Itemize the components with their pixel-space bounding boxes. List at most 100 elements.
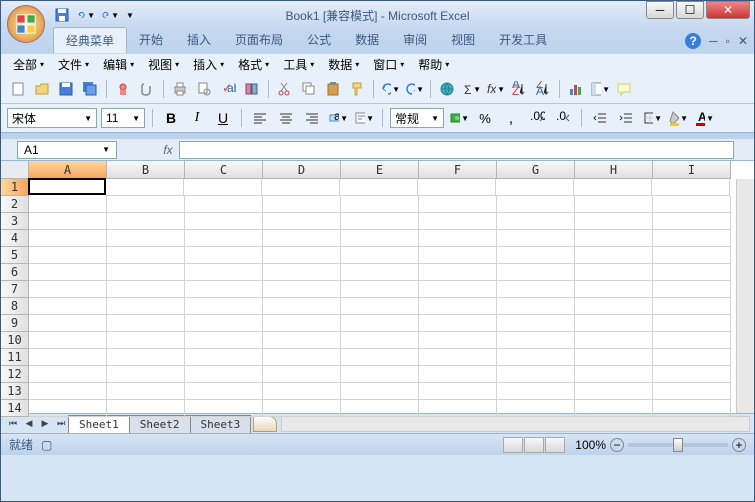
attach-icon[interactable] xyxy=(136,78,158,100)
ribbon-tab-3[interactable]: 页面布局 xyxy=(223,27,295,53)
cell[interactable] xyxy=(653,196,731,213)
close-button[interactable]: ✕ xyxy=(706,1,750,19)
maximize-button[interactable]: ☐ xyxy=(676,1,704,19)
zoom-in-icon[interactable]: + xyxy=(732,438,746,452)
new-sheet-button[interactable] xyxy=(253,416,277,432)
cell[interactable] xyxy=(263,247,341,264)
ribbon-tab-5[interactable]: 数据 xyxy=(343,27,391,53)
cell[interactable] xyxy=(341,366,419,383)
redo-icon[interactable]: ▼ xyxy=(101,6,119,24)
prev-sheet-icon[interactable]: ◀ xyxy=(21,416,37,432)
cell[interactable] xyxy=(575,264,653,281)
align-center-icon[interactable] xyxy=(275,107,297,129)
cell[interactable] xyxy=(107,230,185,247)
cell[interactable] xyxy=(107,366,185,383)
ribbon-tab-7[interactable]: 视图 xyxy=(439,27,487,53)
cell[interactable] xyxy=(340,179,418,196)
menu-5[interactable]: 格式 ▾ xyxy=(232,54,275,75)
cell[interactable] xyxy=(341,247,419,264)
pivot-icon[interactable]: ▼ xyxy=(589,78,611,100)
cut-icon[interactable] xyxy=(274,78,296,100)
menu-4[interactable]: 插入 ▾ xyxy=(187,54,230,75)
cell[interactable] xyxy=(341,332,419,349)
cell[interactable] xyxy=(185,213,263,230)
cell[interactable] xyxy=(263,366,341,383)
row-header[interactable]: 9 xyxy=(1,315,29,332)
cell[interactable] xyxy=(29,315,107,332)
menu-0[interactable]: 全部 ▾ xyxy=(7,54,50,75)
restore-window-icon[interactable]: ▫ xyxy=(726,34,730,48)
cell[interactable] xyxy=(419,230,497,247)
cell[interactable] xyxy=(107,332,185,349)
cell[interactable] xyxy=(575,366,653,383)
row-header[interactable]: 4 xyxy=(1,230,29,247)
cell[interactable] xyxy=(185,349,263,366)
cell[interactable] xyxy=(419,264,497,281)
vertical-scrollbar[interactable] xyxy=(736,179,754,413)
cell[interactable] xyxy=(107,315,185,332)
normal-view-icon[interactable] xyxy=(503,437,523,453)
copy-icon[interactable] xyxy=(298,78,320,100)
close-workbook-icon[interactable]: ✕ xyxy=(738,34,748,48)
cell[interactable] xyxy=(29,383,107,400)
cell[interactable] xyxy=(29,230,107,247)
select-all-corner[interactable] xyxy=(1,161,29,179)
cell[interactable] xyxy=(575,196,653,213)
cell[interactable] xyxy=(419,281,497,298)
print-icon[interactable] xyxy=(169,78,191,100)
merge-center-icon[interactable]: a▼ xyxy=(327,107,349,129)
cell[interactable] xyxy=(497,315,575,332)
column-header[interactable]: C xyxy=(185,161,263,179)
ribbon-tab-2[interactable]: 插入 xyxy=(175,27,223,53)
cell[interactable] xyxy=(575,332,653,349)
zoom-out-icon[interactable]: − xyxy=(610,438,624,452)
formula-bar[interactable] xyxy=(179,141,734,159)
cell[interactable] xyxy=(575,383,653,400)
cell[interactable] xyxy=(185,247,263,264)
decrease-decimal-icon[interactable]: .0 xyxy=(552,107,574,129)
office-button[interactable] xyxy=(7,5,45,43)
paste-icon[interactable] xyxy=(322,78,344,100)
menu-9[interactable]: 帮助 ▾ xyxy=(412,54,455,75)
cell[interactable] xyxy=(107,264,185,281)
cell[interactable] xyxy=(263,264,341,281)
cell[interactable] xyxy=(497,400,575,417)
cell[interactable] xyxy=(185,230,263,247)
column-header[interactable]: A xyxy=(29,161,107,179)
currency-icon[interactable]: ▼ xyxy=(448,107,470,129)
cell[interactable] xyxy=(29,366,107,383)
cell[interactable] xyxy=(419,298,497,315)
cell[interactable] xyxy=(263,349,341,366)
cell[interactable] xyxy=(29,196,107,213)
cell[interactable] xyxy=(107,196,185,213)
cell[interactable] xyxy=(29,298,107,315)
column-header[interactable]: I xyxy=(653,161,731,179)
column-header[interactable]: B xyxy=(107,161,185,179)
cell[interactable] xyxy=(497,230,575,247)
menu-8[interactable]: 窗口 ▾ xyxy=(367,54,410,75)
cell[interactable] xyxy=(419,400,497,417)
page-break-view-icon[interactable] xyxy=(545,437,565,453)
cell[interactable] xyxy=(497,383,575,400)
cell[interactable] xyxy=(497,281,575,298)
cell[interactable] xyxy=(185,281,263,298)
cell[interactable] xyxy=(341,298,419,315)
row-header[interactable]: 10 xyxy=(1,332,29,349)
chevron-down-icon[interactable]: ▼ xyxy=(87,11,95,20)
ribbon-tab-4[interactable]: 公式 xyxy=(295,27,343,53)
cell[interactable] xyxy=(653,349,731,366)
increase-decimal-icon[interactable]: .00 xyxy=(526,107,548,129)
row-header[interactable]: 8 xyxy=(1,298,29,315)
cell[interactable] xyxy=(653,400,731,417)
next-sheet-icon[interactable]: ▶ xyxy=(37,416,53,432)
comment-icon[interactable] xyxy=(613,78,635,100)
cell[interactable] xyxy=(419,213,497,230)
cell[interactable] xyxy=(419,332,497,349)
minimize-button[interactable]: ─ xyxy=(646,1,674,19)
cell[interactable] xyxy=(28,178,106,195)
minimize-ribbon-icon[interactable]: ─ xyxy=(709,34,718,48)
font-name-combo[interactable]: 宋体▼ xyxy=(7,108,97,128)
new-icon[interactable] xyxy=(7,78,29,100)
zoom-level[interactable]: 100% xyxy=(575,438,606,452)
cell[interactable] xyxy=(29,281,107,298)
